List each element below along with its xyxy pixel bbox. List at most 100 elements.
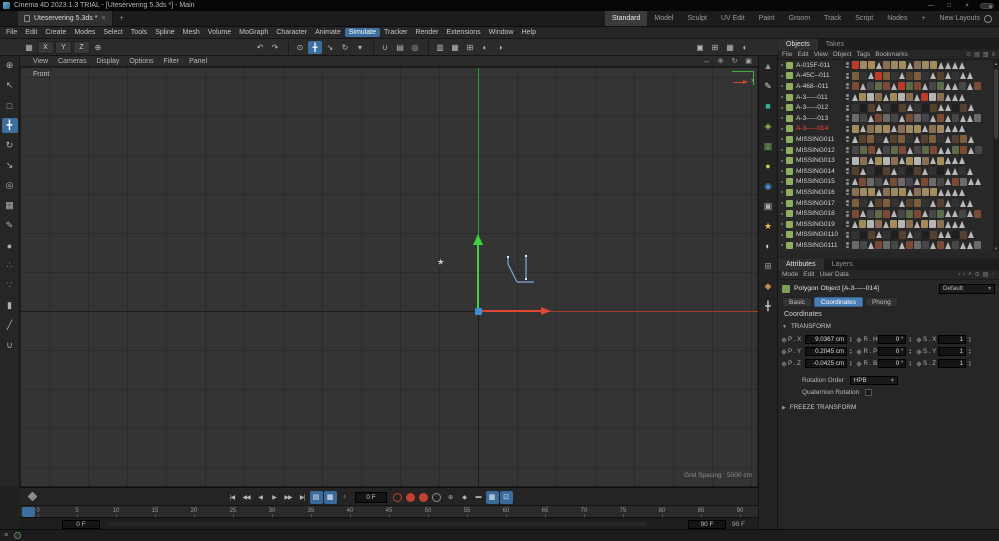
polygon-selection-tag-icon[interactable] <box>930 199 936 207</box>
viewport-menu-panel[interactable]: Panel <box>184 58 212 65</box>
goto-start-button[interactable]: |◀ <box>226 491 239 504</box>
visibility-dot-icon[interactable] <box>846 108 849 111</box>
x-axis-handle[interactable] <box>479 310 541 312</box>
texture-tag-icon[interactable] <box>914 209 921 218</box>
texture-tag-icon[interactable] <box>883 61 890 70</box>
texture-tag-icon[interactable] <box>867 209 874 218</box>
texture-tag-icon[interactable] <box>852 156 859 165</box>
polygon-selection-tag-icon[interactable] <box>907 104 913 112</box>
texture-tag-icon[interactable] <box>922 230 929 239</box>
polygon-selection-tag-icon[interactable] <box>945 61 951 69</box>
visibility-dot-icon[interactable] <box>846 161 849 164</box>
visibility-dots-icon[interactable] <box>846 94 849 101</box>
polygon-selection-tag-icon[interactable] <box>922 167 928 175</box>
volume-icon[interactable]: ▦ <box>761 139 776 153</box>
menu-mograph[interactable]: MoGraph <box>235 28 272 37</box>
polygon-selection-tag-icon[interactable] <box>967 167 973 175</box>
visibility-dot-icon[interactable] <box>846 157 849 161</box>
polygon-selection-tag-icon[interactable] <box>914 178 920 186</box>
timeline-ruler[interactable]: 0 5 10 15 20 25 30 35 40 45 50 55 60 65 70 75 80 85 90 <box>20 505 758 517</box>
visibility-dot-icon[interactable] <box>846 72 849 76</box>
texture-tag-icon[interactable] <box>906 135 913 144</box>
texture-tag-icon[interactable] <box>937 71 944 80</box>
polygon-selection-tag-icon[interactable] <box>967 114 973 122</box>
visibility-dot-icon[interactable] <box>846 125 849 129</box>
timeline-range-button[interactable]: ⊡ <box>499 490 513 504</box>
texture-tag-icon[interactable] <box>952 146 959 155</box>
range-start-field[interactable]: 0 F <box>62 519 100 529</box>
keyframe-diamond-icon[interactable] <box>856 348 863 355</box>
texture-tag-icon[interactable] <box>922 61 929 70</box>
texture-tag-icon[interactable] <box>952 199 959 208</box>
texture-tag-icon[interactable] <box>883 124 890 133</box>
texture-tag-icon[interactable] <box>960 177 967 186</box>
visibility-dot-icon[interactable] <box>846 189 849 192</box>
texture-tag-icon[interactable] <box>875 93 882 102</box>
timeline-grid-button[interactable]: ▦ <box>485 490 499 504</box>
texture-tag-icon[interactable] <box>898 93 905 102</box>
texture-tag-icon[interactable] <box>959 82 966 91</box>
polygon-selection-tag-icon[interactable] <box>952 82 958 90</box>
polygon-selection-tag-icon[interactable] <box>945 157 951 165</box>
magnet-tool-button[interactable]: ∪ <box>2 338 18 353</box>
rotation-order-dropdown[interactable]: HPB <box>849 376 898 385</box>
polygon-selection-tag-icon[interactable] <box>945 210 951 218</box>
texture-tag-icon[interactable] <box>929 177 936 186</box>
texture-tag-icon[interactable] <box>860 156 867 165</box>
undo-button[interactable]: ↶ <box>253 41 267 54</box>
pan-view-icon[interactable]: ↔ <box>701 57 712 66</box>
polygon-selection-tag-icon[interactable] <box>922 125 928 133</box>
polygon-selection-tag-icon[interactable] <box>930 241 936 249</box>
texture-tag-icon[interactable] <box>875 220 882 229</box>
visibility-dot-icon[interactable] <box>846 242 849 245</box>
viewport-layout-split-button[interactable]: ▦ <box>723 41 737 54</box>
filter-icon[interactable]: ▤ <box>974 51 980 58</box>
keyframe-diamond-icon[interactable] <box>781 360 787 367</box>
new-layouts-button[interactable]: New Layouts <box>933 11 999 26</box>
keyframe-diamond-icon[interactable] <box>856 360 863 367</box>
polygon-selection-tag-icon[interactable] <box>852 93 858 101</box>
polygon-selection-tag-icon[interactable] <box>952 167 958 175</box>
texture-tag-icon[interactable] <box>914 230 921 239</box>
scale-tool-button[interactable]: ↘ <box>2 158 18 173</box>
polygon-selection-tag-icon[interactable] <box>959 125 965 133</box>
texture-tag-icon[interactable] <box>914 167 921 176</box>
texture-tag-icon[interactable] <box>914 114 921 123</box>
polygon-selection-tag-icon[interactable] <box>860 167 866 175</box>
texture-tag-icon[interactable] <box>890 93 897 102</box>
list-icon[interactable]: ▥ <box>983 51 989 58</box>
menu-tracker[interactable]: Tracker <box>380 28 411 37</box>
object-row[interactable]: MISSING014 <box>778 166 999 177</box>
texture-tag-icon[interactable] <box>922 103 929 112</box>
record-position-button[interactable] <box>406 492 415 502</box>
value-field[interactable]: -0.0425 cm <box>805 359 847 368</box>
texture-tag-icon[interactable] <box>899 146 906 155</box>
spline-pen-icon[interactable]: ✎ <box>761 79 776 93</box>
camera-icon[interactable]: ▣ <box>761 199 776 213</box>
spin-down-icon[interactable]: ▼ <box>968 351 971 355</box>
polygon-selection-tag-icon[interactable] <box>967 82 973 90</box>
visibility-dot-icon[interactable] <box>846 192 849 196</box>
texture-tag-icon[interactable] <box>899 230 906 239</box>
texture-tag-icon[interactable] <box>875 114 882 123</box>
object-row[interactable]: MISSING0111 <box>778 240 999 251</box>
texture-tag-icon[interactable] <box>937 114 944 123</box>
texture-tag-icon[interactable] <box>914 146 921 155</box>
polygon-selection-tag-icon[interactable] <box>945 114 951 122</box>
polygon-selection-tag-icon[interactable] <box>930 157 936 165</box>
texture-tag-icon[interactable] <box>860 61 867 70</box>
menu-extensions[interactable]: Extensions <box>442 28 484 37</box>
texture-tag-icon[interactable] <box>875 135 882 144</box>
record-rotation-button[interactable] <box>419 492 428 502</box>
minimize-button[interactable]: — <box>924 1 938 11</box>
lock-z-axis-button[interactable]: Z <box>73 41 90 54</box>
viewport-canvas[interactable]: Front * Grid Spacing : 5000 cm x <box>20 67 758 488</box>
texture-tag-icon[interactable] <box>930 61 937 70</box>
texture-tag-icon[interactable] <box>914 124 921 133</box>
polygon-selection-tag-icon[interactable] <box>945 178 951 186</box>
menu-window[interactable]: Window <box>485 28 518 37</box>
object-row[interactable]: A-3-----012 <box>778 102 999 113</box>
am-menu-mode[interactable]: Mode <box>782 271 798 278</box>
texture-tag-icon[interactable] <box>914 241 921 250</box>
texture-tag-icon[interactable] <box>914 199 921 208</box>
